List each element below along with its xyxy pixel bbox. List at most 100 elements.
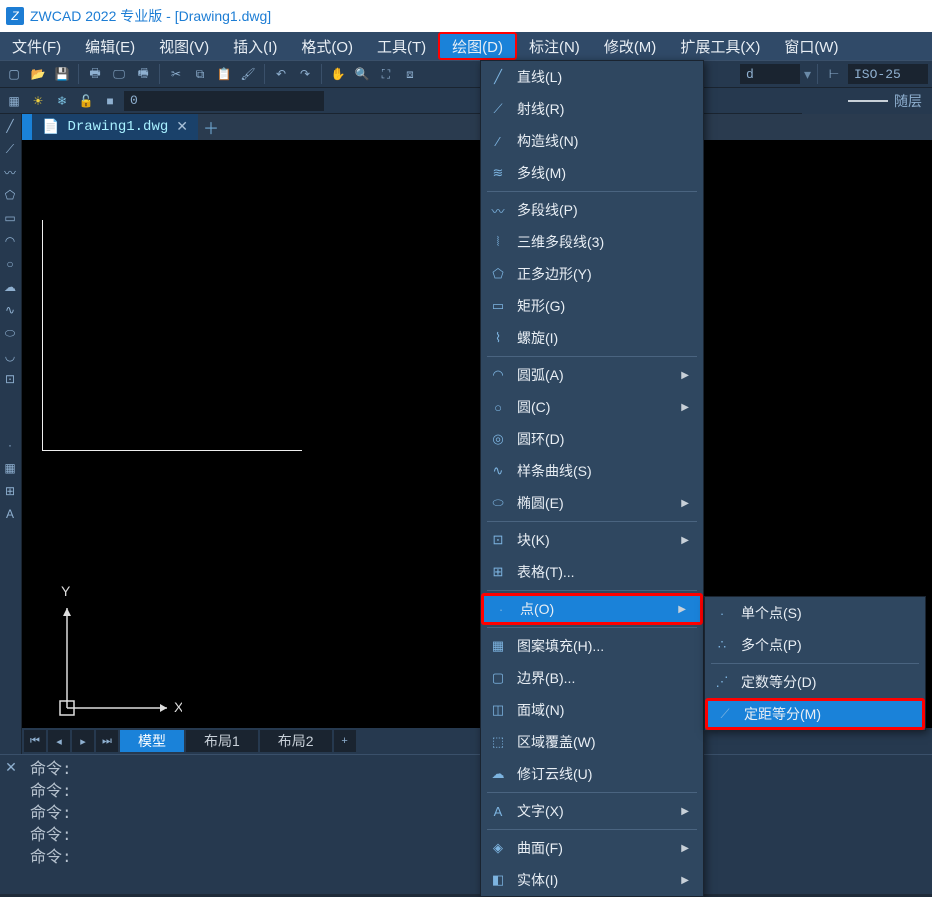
tab-prev-icon[interactable]: ◂: [48, 730, 70, 752]
draw-menu-item-ray[interactable]: ⟋射线(R): [481, 93, 703, 125]
drawn-geometry: [42, 450, 302, 451]
draw-menu-item-arc[interactable]: ◠圆弧(A)▶: [481, 359, 703, 391]
separator: [817, 64, 818, 84]
layout1-tab[interactable]: 布局1: [186, 730, 258, 752]
add-tab-button[interactable]: ＋: [198, 114, 224, 140]
solid-icon: ◧: [489, 871, 507, 889]
draw-menu-item-region[interactable]: ◫面域(N): [481, 694, 703, 726]
ellipsearc-tool-icon[interactable]: ◡: [0, 346, 20, 366]
linetype-combo[interactable]: d: [740, 64, 800, 84]
menu-tools[interactable]: 工具(T): [365, 32, 438, 60]
polygon-tool-icon[interactable]: ⬠: [0, 185, 20, 205]
draw-menu-item-circle[interactable]: ○圆(C)▶: [481, 391, 703, 423]
close-icon[interactable]: ✕: [176, 119, 188, 136]
menu-draw[interactable]: 绘图(D): [438, 32, 517, 60]
point-submenu-item-measure[interactable]: ⟋定距等分(M): [705, 698, 925, 730]
publish-icon[interactable]: 🖷: [133, 64, 153, 84]
pan-icon[interactable]: ✋: [328, 64, 348, 84]
draw-menu-item-text[interactable]: A文字(X)▶: [481, 795, 703, 827]
draw-menu-item-xline[interactable]: ∕构造线(N): [481, 125, 703, 157]
rect-tool-icon[interactable]: ▭: [0, 208, 20, 228]
draw-menu-item-block[interactable]: ⊡块(K)▶: [481, 524, 703, 556]
menu-file[interactable]: 文件(F): [0, 32, 73, 60]
block-tool-icon[interactable]: ⊡: [0, 369, 20, 389]
print-icon[interactable]: 🖶: [85, 64, 105, 84]
document-tab[interactable]: 📄 Drawing1.dwg ✕: [32, 114, 198, 140]
spline-tool-icon[interactable]: ∿: [0, 300, 20, 320]
draw-menu-item-donut[interactable]: ◎圆环(D): [481, 423, 703, 455]
draw-menu-item-solid[interactable]: ◧实体(I)▶: [481, 864, 703, 896]
menu-express[interactable]: 扩展工具(X): [668, 32, 772, 60]
undo-icon[interactable]: ↶: [271, 64, 291, 84]
draw-menu-item-mline[interactable]: ≋多线(M): [481, 157, 703, 189]
zoom-icon[interactable]: 🔍: [352, 64, 372, 84]
circle-tool-icon[interactable]: ○: [0, 254, 20, 274]
cmd-close-icon[interactable]: ✕: [0, 755, 22, 894]
tab-last-icon[interactable]: ⏭: [96, 730, 118, 752]
draw-menu-item-spline[interactable]: ∿样条曲线(S): [481, 455, 703, 487]
point-submenu-item-divide[interactable]: ⋰定数等分(D): [705, 666, 925, 698]
add-layout-icon[interactable]: +: [334, 730, 356, 752]
draw-menu-item-line[interactable]: ╱直线(L): [481, 61, 703, 93]
draw-menu-item-wipeout[interactable]: ⬚区域覆盖(W): [481, 726, 703, 758]
xline-tool-icon[interactable]: ⟋: [0, 139, 20, 159]
zoom-win-icon[interactable]: ⧈: [400, 64, 420, 84]
copy-icon[interactable]: ⧉: [190, 64, 210, 84]
new-icon[interactable]: ▢: [4, 64, 24, 84]
menu-insert[interactable]: 插入(I): [221, 32, 289, 60]
dimstyle-combo[interactable]: ISO-25: [848, 64, 928, 84]
point-submenu-item-pt[interactable]: ·单个点(S): [705, 597, 925, 629]
match-icon[interactable]: 🖌: [238, 64, 258, 84]
command-history[interactable]: 命令: 命令: 命令: 命令: 命令:: [22, 755, 932, 894]
redo-icon[interactable]: ↷: [295, 64, 315, 84]
point-tool-icon[interactable]: ·: [0, 435, 20, 455]
table-tool-icon[interactable]: ⊞: [0, 481, 20, 501]
ellipse-tool-icon[interactable]: ⬭: [0, 323, 20, 343]
menu-format[interactable]: 格式(O): [289, 32, 365, 60]
draw-menu-item-surface[interactable]: ◈曲面(F)▶: [481, 832, 703, 864]
draw-menu-item-hatch[interactable]: ▦图案填充(H)...: [481, 630, 703, 662]
preview-icon[interactable]: 🖵: [109, 64, 129, 84]
draw-menu-item-rect[interactable]: ▭矩形(G): [481, 290, 703, 322]
text-tool-icon[interactable]: A: [0, 504, 20, 524]
menu-dimension[interactable]: 标注(N): [517, 32, 592, 60]
menu-edit[interactable]: 编辑(E): [73, 32, 147, 60]
tab-next-icon[interactable]: ▸: [72, 730, 94, 752]
layer-freeze-icon[interactable]: ❄: [52, 91, 72, 111]
bylayer-label[interactable]: 随层: [894, 91, 922, 111]
draw-menu-item-point[interactable]: ·点(O)▶: [481, 593, 703, 625]
draw-menu-item-3dpoly[interactable]: ⦚三维多段线(3): [481, 226, 703, 258]
line-tool-icon[interactable]: ╱: [0, 116, 20, 136]
pline-tool-icon[interactable]: 〰: [0, 162, 20, 182]
revcloud-tool-icon[interactable]: ☁: [0, 277, 20, 297]
draw-menu-item-ellipse[interactable]: ⬭椭圆(E)▶: [481, 487, 703, 519]
tab-first-icon[interactable]: ⏮: [24, 730, 46, 752]
menu-window[interactable]: 窗口(W): [772, 32, 850, 60]
layer-props-icon[interactable]: ▦: [4, 91, 24, 111]
save-icon[interactable]: 💾: [52, 64, 72, 84]
draw-menu-item-pline[interactable]: 〰多段线(P): [481, 194, 703, 226]
layer-lock-icon[interactable]: 🔓: [76, 91, 96, 111]
layout2-tab[interactable]: 布局2: [260, 730, 332, 752]
layer-combo[interactable]: 0: [124, 91, 324, 111]
paste-icon[interactable]: 📋: [214, 64, 234, 84]
dim-icon[interactable]: ⊢: [824, 64, 844, 84]
arc-tool-icon[interactable]: ◠: [0, 231, 20, 251]
open-icon[interactable]: 📂: [28, 64, 48, 84]
point-submenu-item-pts[interactable]: ∴多个点(P): [705, 629, 925, 661]
menu-view[interactable]: 视图(V): [147, 32, 221, 60]
doctab-handle[interactable]: [22, 114, 32, 140]
draw-menu-item-spiral[interactable]: ⌇螺旋(I): [481, 322, 703, 354]
draw-menu-item-boundary[interactable]: ▢边界(B)...: [481, 662, 703, 694]
draw-menu-item-revcloud[interactable]: ☁修订云线(U): [481, 758, 703, 790]
svg-text:X: X: [174, 699, 182, 715]
menu-modify[interactable]: 修改(M): [592, 32, 669, 60]
zoom-extents-icon[interactable]: ⛶: [376, 64, 396, 84]
draw-menu-item-polygon[interactable]: ⬠正多边形(Y): [481, 258, 703, 290]
hatch-tool-icon[interactable]: ▦: [0, 458, 20, 478]
model-tab[interactable]: 模型: [120, 730, 184, 752]
draw-menu-item-table[interactable]: ⊞表格(T)...: [481, 556, 703, 588]
layer-color-icon[interactable]: ■: [100, 91, 120, 111]
cut-icon[interactable]: ✂: [166, 64, 186, 84]
layer-on-icon[interactable]: ☀: [28, 91, 48, 111]
